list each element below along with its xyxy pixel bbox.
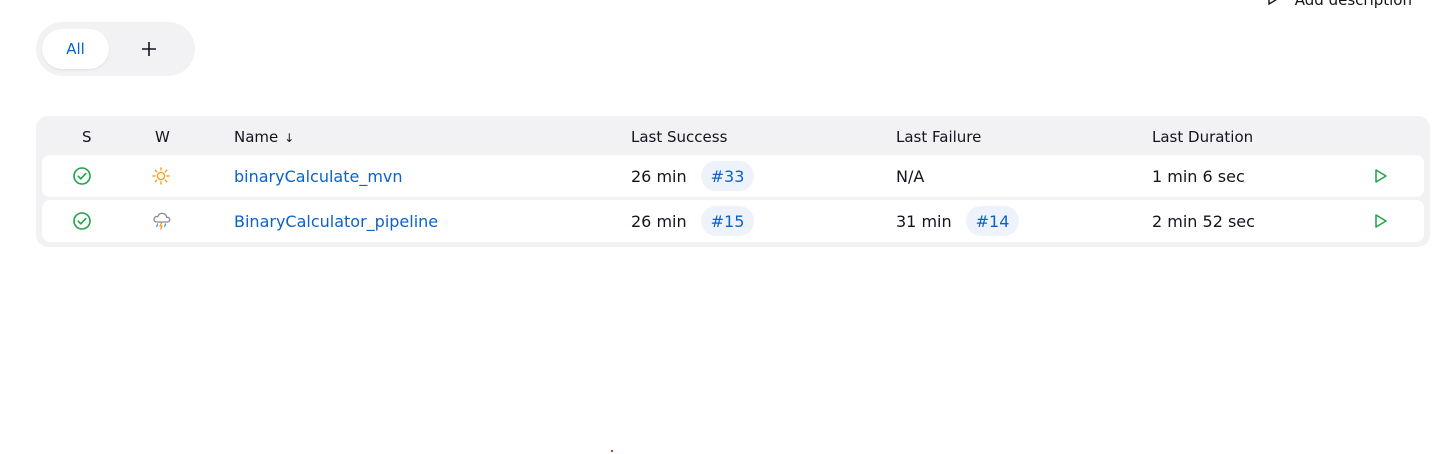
plus-icon [142, 42, 156, 56]
success-check-icon [72, 211, 92, 231]
last-failure-time: N/A [896, 166, 925, 186]
view-tabs: All [36, 22, 195, 76]
column-last-success[interactable]: Last Success [631, 128, 727, 146]
column-weather[interactable]: W [155, 128, 170, 146]
table-row: BinaryCalculator_pipeline 26 min #15 31 … [42, 200, 1424, 242]
tab-all-label: All [66, 40, 85, 58]
build-badge[interactable]: #15 [700, 206, 755, 236]
last-success-time: 26 min [631, 166, 687, 186]
column-name[interactable]: Name ↓ [234, 128, 294, 146]
tab-all[interactable]: All [42, 29, 109, 69]
column-name-label: Name [234, 128, 279, 146]
column-status[interactable]: S [82, 128, 92, 146]
jobs-table: S W Name ↓ Last Success Last Failure Last… [36, 116, 1430, 247]
play-icon [1375, 169, 1387, 183]
job-link[interactable]: BinaryCalculator_pipeline [234, 212, 438, 231]
last-failure-time: 31 min [896, 211, 952, 231]
play-icon [1375, 214, 1387, 228]
sunny-icon [151, 166, 171, 186]
job-link[interactable]: binaryCalculate_mvn [234, 167, 403, 186]
column-last-failure[interactable]: Last Failure [896, 128, 981, 146]
last-success-time: 26 min [631, 211, 687, 231]
edit-icon [1267, 0, 1281, 9]
table-header: S W Name ↓ Last Success Last Failure Last… [36, 116, 1430, 154]
schedule-build-button[interactable] [1373, 213, 1389, 229]
column-last-duration[interactable]: Last Duration [1152, 128, 1253, 146]
new-view-button[interactable] [119, 29, 179, 69]
build-badge[interactable]: #33 [700, 161, 755, 191]
table-row: binaryCalculate_mvn 26 min #33 N/A 1 min… [42, 155, 1424, 197]
add-description-link[interactable]: Add description [1267, 0, 1412, 10]
last-duration: 1 min 6 sec [1152, 166, 1245, 186]
build-badge[interactable]: #14 [965, 206, 1020, 236]
cursor-dot [611, 450, 613, 452]
sort-down-icon: ↓ [284, 131, 295, 145]
schedule-build-button[interactable] [1373, 168, 1389, 184]
last-duration: 2 min 52 sec [1152, 211, 1255, 231]
storm-icon [151, 210, 173, 232]
add-description-label: Add description [1294, 0, 1412, 9]
success-check-icon [72, 166, 92, 186]
